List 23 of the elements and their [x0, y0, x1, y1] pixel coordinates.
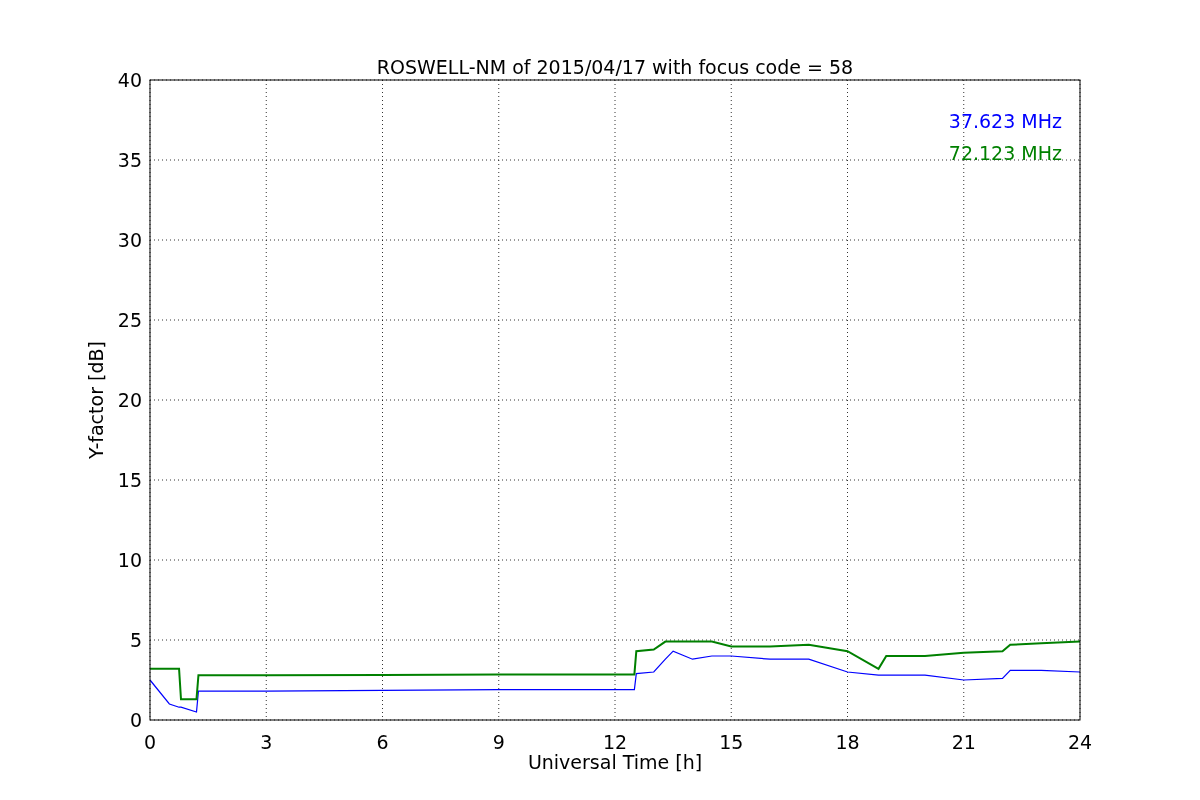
y-tick-label: 15 — [117, 469, 142, 491]
y-tick-label: 5 — [129, 629, 142, 651]
x-tick-label: 21 — [951, 731, 976, 753]
x-tick-label: 24 — [1067, 731, 1093, 753]
y-tick-label: 25 — [117, 309, 142, 331]
x-tick-label: 18 — [835, 731, 860, 753]
chart-title: ROSWELL-NM of 2015/04/17 with focus code = 58 — [376, 56, 854, 78]
x-tick-label: 9 — [492, 731, 505, 753]
legend-label: 72.123 MHz — [948, 142, 1062, 164]
y-tick-label: 10 — [117, 549, 142, 571]
y-tick-label: 35 — [117, 149, 142, 171]
x-tick-label: 0 — [143, 731, 157, 753]
x-tick-label: 6 — [376, 731, 389, 753]
y-axis-label: Y-factor [dB] — [85, 341, 107, 459]
y-tick-label: 40 — [117, 69, 142, 91]
y-tick-label: 20 — [117, 389, 142, 411]
x-tick-label: 12 — [602, 731, 628, 753]
legend-label: 37.623 MHz — [948, 110, 1062, 132]
x-tick-label: 3 — [260, 731, 273, 753]
x-tick-label: 15 — [719, 731, 744, 753]
x-axis-label: Universal Time [h] — [527, 751, 703, 773]
y-tick-label: 30 — [117, 229, 142, 251]
y-tick-label: 0 — [129, 709, 142, 731]
